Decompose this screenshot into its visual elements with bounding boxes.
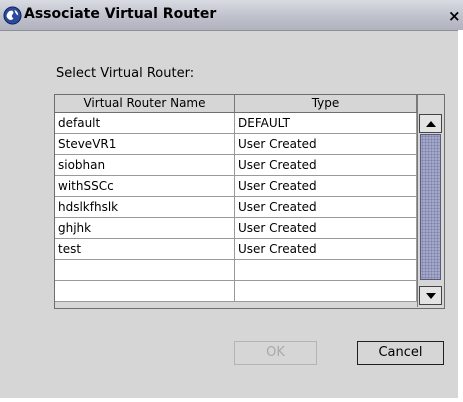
close-button[interactable]: × <box>448 8 463 24</box>
table-row[interactable]: test User Created <box>55 239 417 260</box>
router-type-cell[interactable]: User Created <box>235 218 417 239</box>
virtual-router-table: Virtual Router Name Type default DEFAULT… <box>54 94 445 309</box>
globe-icon <box>3 6 22 25</box>
router-name-cell[interactable]: test <box>55 239 235 260</box>
vertical-scrollbar[interactable] <box>417 113 443 307</box>
router-type-cell[interactable] <box>235 281 417 302</box>
router-name-cell[interactable]: withSSCc <box>55 176 235 197</box>
table-header: Virtual Router Name Type <box>55 95 417 113</box>
dialog-title: Associate Virtual Router <box>24 6 217 22</box>
column-header-type[interactable]: Type <box>235 95 417 112</box>
table-row-empty[interactable] <box>55 260 417 281</box>
router-type-cell[interactable] <box>235 260 417 281</box>
table-row[interactable]: hdslkfhslk User Created <box>55 197 417 218</box>
router-type-cell[interactable]: User Created <box>235 239 417 260</box>
router-type-cell[interactable]: User Created <box>235 176 417 197</box>
router-name-cell[interactable]: default <box>55 113 235 134</box>
window-frame-right <box>458 30 463 402</box>
router-type-cell[interactable]: User Created <box>235 134 417 155</box>
router-type-cell[interactable]: User Created <box>235 155 417 176</box>
router-type-cell[interactable]: User Created <box>235 197 417 218</box>
arrow-up-icon <box>426 121 436 127</box>
router-name-cell[interactable]: hdslkfhslk <box>55 197 235 218</box>
table-row[interactable]: SteveVR1 User Created <box>55 134 417 155</box>
router-name-cell[interactable]: SteveVR1 <box>55 134 235 155</box>
select-virtual-router-label: Select Virtual Router: <box>56 66 195 81</box>
table-row-empty[interactable] <box>55 281 417 302</box>
scroll-thumb[interactable] <box>420 134 441 280</box>
table-row[interactable]: siobhan User Created <box>55 155 417 176</box>
scroll-up-button[interactable] <box>419 114 442 133</box>
column-header-name[interactable]: Virtual Router Name <box>55 95 235 112</box>
associate-virtual-router-dialog: Associate Virtual Router × Select Virtua… <box>0 0 463 402</box>
scroll-down-button[interactable] <box>419 286 442 305</box>
router-name-cell[interactable]: siobhan <box>55 155 235 176</box>
table-row[interactable]: withSSCc User Created <box>55 176 417 197</box>
router-name-cell[interactable] <box>55 281 235 302</box>
router-name-cell[interactable] <box>55 260 235 281</box>
table-body: default DEFAULT SteveVR1 User Created si… <box>55 113 417 302</box>
ok-button[interactable]: OK <box>234 341 317 365</box>
title-bar[interactable]: Associate Virtual Router × <box>0 0 463 31</box>
router-name-cell[interactable]: ghjhk <box>55 218 235 239</box>
table-row[interactable]: default DEFAULT <box>55 113 417 134</box>
header-corner <box>417 95 444 113</box>
window-frame-bottom <box>0 398 463 402</box>
router-type-cell[interactable]: DEFAULT <box>235 113 417 134</box>
cancel-button[interactable]: Cancel <box>357 341 444 365</box>
arrow-down-icon <box>426 293 436 299</box>
table-row[interactable]: ghjhk User Created <box>55 218 417 239</box>
